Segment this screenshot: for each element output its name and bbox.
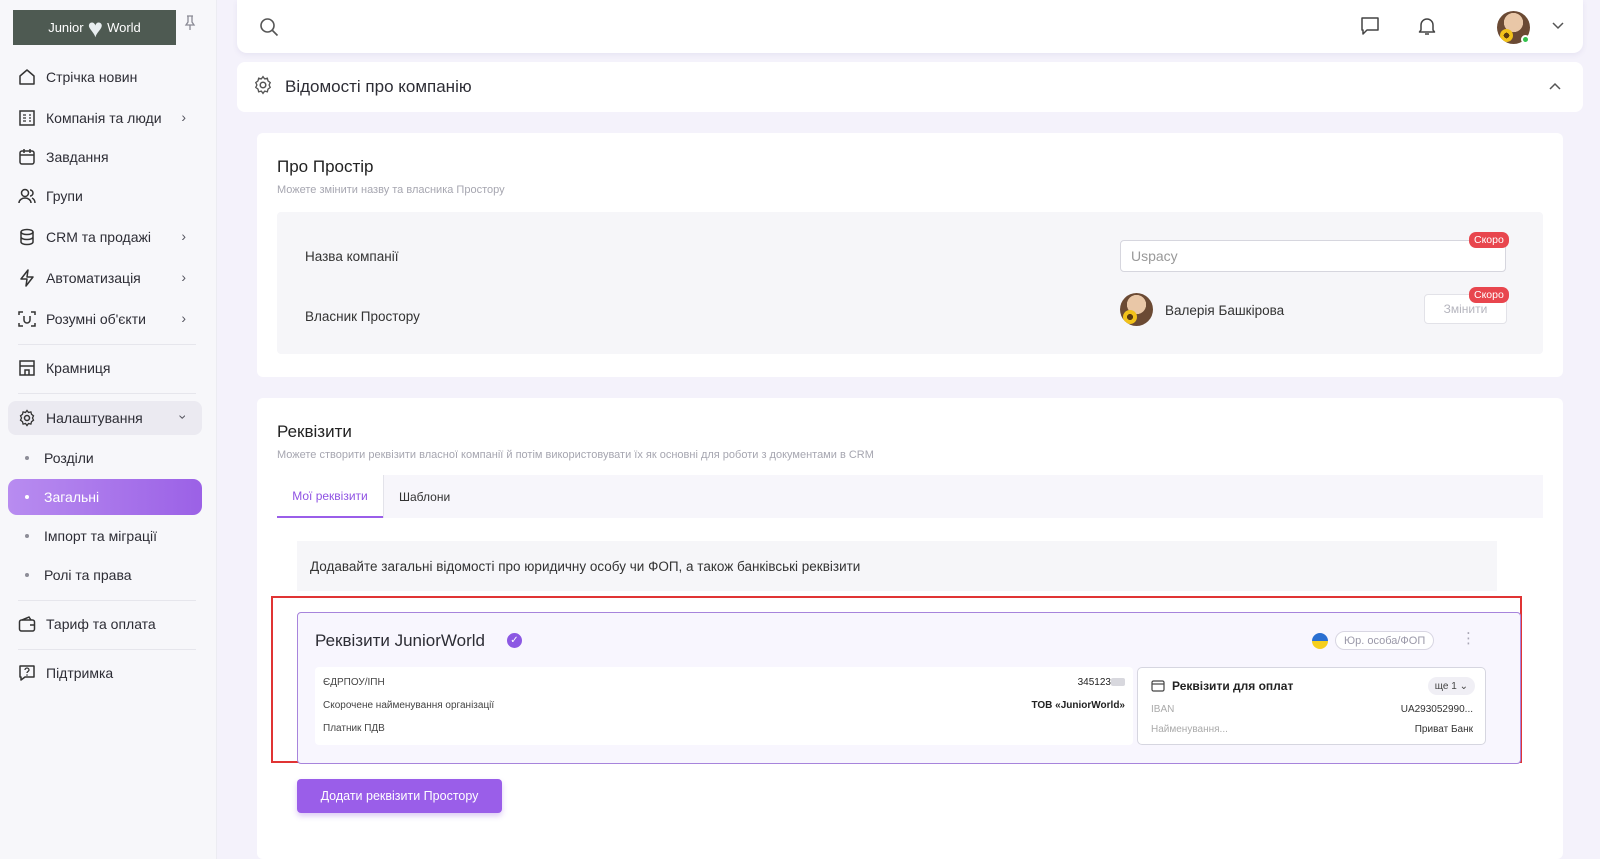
payment-requisites-card[interactable]: Реквізити для оплат ще 1 ⌄ IBAN UA293052… [1137, 667, 1486, 745]
about-space-card: Про Простір Можете змінити назву та влас… [257, 133, 1563, 377]
section-title: Відомості про компанію [285, 77, 472, 96]
field-label: ЄДРПОУ/ІПН [323, 677, 385, 688]
payment-value: Приват Банк [1414, 724, 1473, 735]
tab-my-requisites[interactable]: Мої реквізити [277, 475, 383, 518]
help-icon [17, 663, 37, 683]
sidebar-item-company[interactable]: Компанія та люди › [8, 101, 202, 135]
chevron-down-icon: ⌄ [1459, 680, 1468, 692]
heart-logo-icon: ♥ [87, 12, 104, 43]
soon-badge: Скоро [1469, 287, 1509, 303]
sidebar-item-store[interactable]: Крамниця [8, 351, 202, 385]
field-value: 345123 [1078, 677, 1125, 688]
divider [18, 393, 196, 394]
gear-icon [253, 75, 273, 100]
bell-icon[interactable] [1417, 16, 1437, 41]
owner-label: Власник Простору [305, 309, 420, 324]
top-bar [237, 0, 1583, 53]
sidebar-item-billing[interactable]: Тариф та оплата [8, 607, 202, 641]
sidebar-item-settings[interactable]: Налаштування › [8, 401, 202, 435]
online-status-indicator [1521, 35, 1530, 44]
entity-type-badge: Юр. особа/ФОП [1335, 631, 1435, 650]
field-label: Платник ПДВ [323, 723, 385, 734]
more-dropdown[interactable]: ще 1 ⌄ [1427, 677, 1475, 695]
sidebar-item-tasks[interactable]: Завдання [8, 140, 202, 174]
chevron-down-icon: › [175, 414, 192, 420]
card-title: Про Простір [277, 157, 374, 176]
tab-templates[interactable]: Шаблони [399, 475, 450, 518]
sidebar-subitem-import[interactable]: Імпорт та міграції [8, 518, 202, 554]
sidebar-subitem-sections[interactable]: Розділи [8, 440, 202, 476]
company-name-label: Назва компанії [305, 249, 399, 264]
database-icon [17, 227, 37, 247]
requisites-tabs: Мої реквізити Шаблони [277, 475, 1543, 518]
pin-icon[interactable] [184, 15, 196, 35]
add-requisites-button[interactable]: Додати реквізити Простору [297, 779, 502, 813]
payment-label: IBAN [1151, 704, 1175, 715]
home-icon [17, 67, 37, 87]
sidebar-item-automation[interactable]: Автоматизація › [8, 261, 202, 295]
sidebar-item-news[interactable]: Стрічка новин [8, 60, 202, 94]
store-icon [17, 358, 37, 378]
divider [18, 649, 196, 650]
ukraine-flag-icon [1312, 633, 1328, 649]
sidebar: Junior ♥ World Стрічка новин Компанія та… [0, 0, 217, 859]
sidebar-subitem-roles[interactable]: Ролі та права [8, 557, 202, 593]
verified-check-icon: ✓ [507, 633, 522, 648]
lightning-icon [17, 268, 37, 288]
app-logo[interactable]: Junior ♥ World [13, 10, 176, 45]
card-subtitle: Можете створити реквізити власної компан… [277, 449, 874, 461]
chevron-up-icon[interactable] [1549, 78, 1561, 93]
sidebar-subitem-general[interactable]: Загальні [8, 479, 202, 515]
owner-name: Валерія Башкірова [1165, 303, 1285, 318]
requisite-title: Реквізити JuniorWorld [315, 631, 485, 650]
chevron-right-icon: › [181, 310, 186, 326]
chevron-right-icon: › [181, 109, 186, 125]
requisite-item-card[interactable]: Реквізити JuniorWorld ✓ Юр. особа/ФОП ⋮ … [297, 612, 1521, 764]
wallet-icon [17, 614, 37, 634]
sidebar-item-crm[interactable]: CRM та продажі › [8, 220, 202, 254]
scan-icon [17, 309, 37, 329]
section-header[interactable]: Відомості про компанію [237, 62, 1583, 112]
divider [18, 600, 196, 601]
card-subtitle: Можете змінити назву та власника Простор… [277, 184, 505, 196]
about-form: Назва компанії Скоро Власник Простору Ва… [277, 212, 1543, 354]
chevron-right-icon: › [181, 269, 186, 285]
building-icon [17, 108, 37, 128]
field-label: Скорочене найменування організації [323, 700, 495, 711]
payment-title: Реквізити для оплат [1172, 679, 1294, 693]
payment-value: UA293052990... [1400, 704, 1473, 715]
soon-badge: Скоро [1469, 232, 1509, 248]
payment-label: Найменування... [1151, 724, 1228, 735]
chevron-right-icon: › [181, 228, 186, 244]
sidebar-item-support[interactable]: Підтримка [8, 656, 202, 690]
info-message: Додавайте загальні відомості про юридичн… [297, 541, 1497, 591]
field-value: ТОВ «JuniorWorld» [1031, 700, 1125, 711]
gear-icon [17, 408, 37, 428]
search-input[interactable] [289, 14, 589, 40]
more-vertical-icon[interactable]: ⋮ [1461, 629, 1476, 647]
company-name-input[interactable] [1120, 240, 1506, 272]
calendar-icon [17, 147, 37, 167]
search-icon [259, 17, 279, 42]
divider [18, 344, 196, 345]
credit-card-icon [1151, 679, 1165, 697]
chevron-down-icon[interactable] [1552, 18, 1564, 33]
chat-icon[interactable] [1360, 16, 1380, 41]
sidebar-item-smart-objects[interactable]: Розумні об'єкти › [8, 302, 202, 336]
owner-avatar [1120, 293, 1153, 326]
requisite-details: ЄДРПОУ/ІПН 345123 Скорочене найменування… [315, 667, 1133, 745]
users-icon [17, 186, 37, 206]
card-title: Реквізити [277, 422, 352, 441]
sidebar-item-groups[interactable]: Групи [8, 179, 202, 213]
